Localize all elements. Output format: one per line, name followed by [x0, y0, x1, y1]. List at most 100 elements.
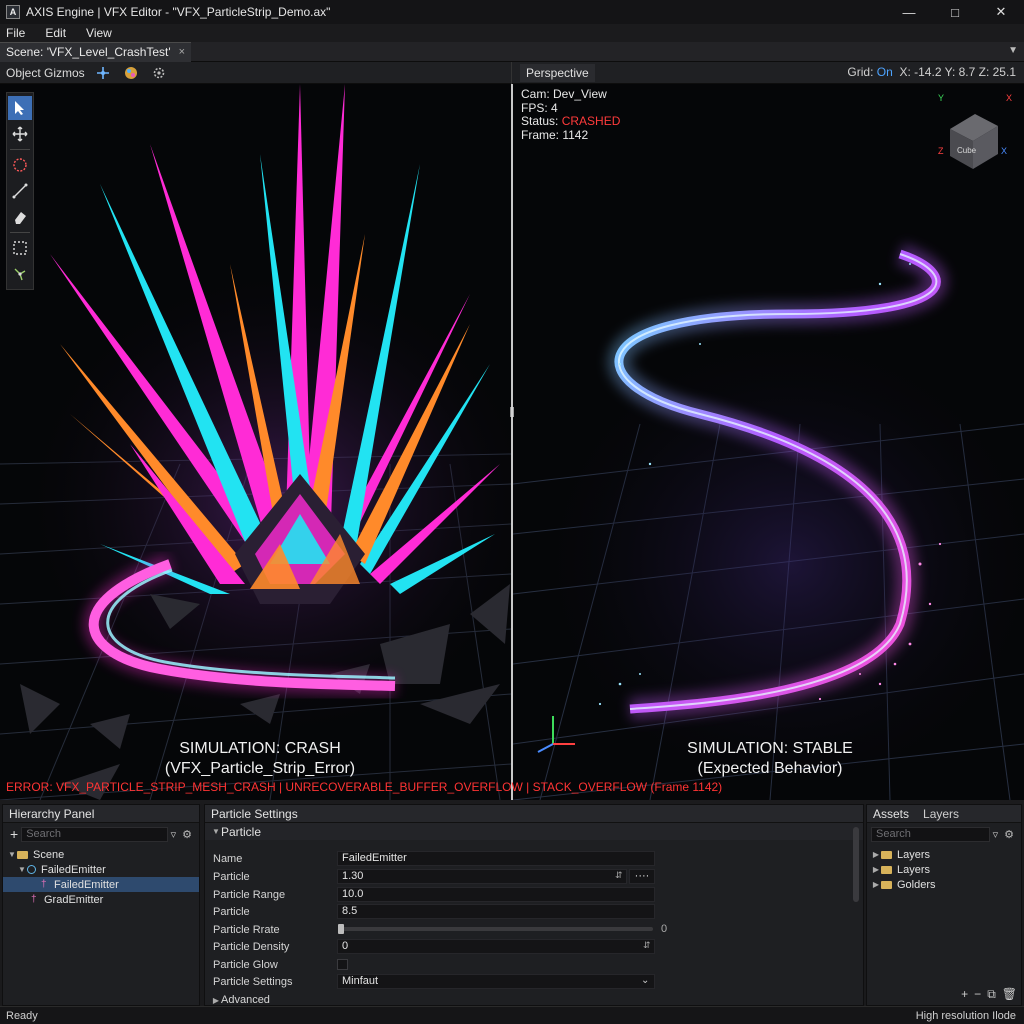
chevron-right-icon[interactable]: ▶: [871, 880, 881, 889]
app-logo-icon: A: [6, 5, 20, 19]
particle-range-field[interactable]: 10.0: [337, 887, 655, 902]
chevron-right-icon[interactable]: ▶: [211, 996, 221, 1005]
maximize-icon[interactable]: □: [932, 0, 978, 24]
asset-folder[interactable]: ▶ Layers: [867, 847, 1021, 862]
menu-view[interactable]: View: [86, 26, 112, 40]
tree-item-failed-emitter-child[interactable]: † FailedEmitter: [3, 877, 199, 892]
assets-search-input[interactable]: Search: [871, 826, 990, 842]
assets-search-row: Search ▿ ⚙: [867, 825, 1021, 843]
asset-label: Layers: [897, 848, 931, 861]
tree-item-scene[interactable]: ▼ Scene: [3, 847, 199, 862]
menu-file[interactable]: File: [6, 26, 25, 40]
minimize-icon[interactable]: —: [886, 0, 932, 24]
status-text: Ready: [6, 1009, 38, 1022]
tab-scene[interactable]: Scene: 'VFX_Level_CrashTest' ×: [0, 41, 192, 62]
prop-label-particle: Particle: [213, 870, 250, 883]
chevron-down-icon[interactable]: ▼: [17, 865, 27, 874]
particle-settings-panel: Particle Settings ▼ Particle Name Failed…: [204, 804, 864, 1006]
tool-separator: [10, 232, 30, 233]
eraser-tool-icon[interactable]: [8, 205, 32, 229]
scene-viewport[interactable]: Cube Y X Z X Cam: Dev_View FPS: 4 Status…: [0, 84, 1024, 800]
tab-overflow-icon[interactable]: ▼: [1008, 45, 1018, 56]
menu-edit[interactable]: Edit: [45, 26, 66, 40]
duplicate-icon[interactable]: ⧉: [987, 987, 996, 1002]
chevron-right-icon[interactable]: ▶: [871, 865, 881, 874]
asset-folder[interactable]: ▶ Golders: [867, 877, 1021, 892]
hierarchy-tab[interactable]: Hierarchy Panel: [7, 807, 100, 821]
remove-icon[interactable]: −: [974, 987, 981, 1002]
perspective-dropdown[interactable]: Perspective: [520, 63, 595, 82]
tab-layers[interactable]: Layers: [915, 807, 965, 821]
settings-gizmo-icon[interactable]: [149, 64, 169, 82]
move-gizmo-icon[interactable]: [93, 64, 113, 82]
tree-item-grad-emitter[interactable]: † GradEmitter: [3, 892, 199, 907]
select-tool-icon[interactable]: [8, 96, 32, 120]
asset-folder[interactable]: ▶ Layers: [867, 862, 1021, 877]
gear-icon[interactable]: ⚙: [1004, 828, 1014, 841]
particle-settings-tab[interactable]: Particle Settings: [209, 807, 304, 821]
tree-item-label: Scene: [33, 848, 65, 861]
scrollbar[interactable]: [853, 827, 859, 902]
particle-field-2[interactable]: 8.5: [337, 904, 655, 919]
particle-settings-header: Particle Settings: [205, 805, 863, 823]
filter-icon[interactable]: ▿: [993, 828, 999, 841]
circle-tool-icon[interactable]: [8, 153, 32, 177]
tab-close-icon[interactable]: ×: [179, 46, 185, 58]
gear-icon[interactable]: ⚙: [182, 828, 192, 841]
bottom-dock: Hierarchy Panel + Search ▿ ⚙ ▼ Scene ▼ F…: [0, 804, 1024, 1006]
spinner-icon[interactable]: ⇵: [615, 870, 623, 881]
menu-bar: File Edit View: [0, 24, 1024, 42]
hierarchy-search-row: + Search ▿ ⚙: [3, 825, 199, 843]
add-icon[interactable]: +: [10, 826, 18, 842]
tree-item-failed-emitter[interactable]: ▼ FailedEmitter: [3, 862, 199, 877]
particle-section-header[interactable]: ▼ Particle: [205, 823, 863, 840]
prop-label-particle-density: Particle Density: [213, 940, 290, 953]
marquee-tool-icon[interactable]: [8, 236, 32, 260]
particle-glow-checkbox[interactable]: [337, 959, 348, 970]
close-icon[interactable]: ✕: [978, 0, 1024, 24]
spinner-icon[interactable]: ⇵: [643, 940, 651, 951]
line-tool-icon[interactable]: [8, 179, 32, 203]
advanced-section[interactable]: ▶ Advanced: [211, 994, 270, 1006]
crash-title: SIMULATION: CRASH: [179, 740, 341, 757]
prop-label-particle-range: Particle Range: [213, 888, 286, 901]
object-gizmos-label[interactable]: Object Gizmos: [6, 66, 85, 80]
chevron-down-icon[interactable]: ⌄: [641, 975, 649, 986]
error-message: ERROR: VFX_PARTICLE_STRIP_MESH_CRASH | U…: [6, 780, 723, 794]
tree-item-label: GradEmitter: [44, 893, 104, 906]
crash-subtitle: (VFX_Particle_Strip_Error): [164, 760, 356, 777]
particle-value-field[interactable]: 1.30: [337, 869, 627, 884]
particle-rate-slider-thumb[interactable]: [338, 924, 344, 934]
document-tab-bar: Scene: 'VFX_Level_CrashTest' × ▼: [0, 41, 1024, 62]
frame-readout: Frame: 1142: [521, 127, 589, 142]
particle-density-field[interactable]: 0: [337, 939, 655, 954]
pin-icon: †: [31, 894, 37, 905]
filter-icon[interactable]: ▿: [171, 828, 177, 841]
add-icon[interactable]: +: [961, 987, 968, 1002]
window-controls: — □ ✕: [886, 0, 1024, 24]
window-title: AXIS Engine | VFX Editor - "VFX_Particle…: [26, 5, 331, 19]
color-wheel-icon[interactable]: [121, 64, 141, 82]
trash-icon[interactable]: 🗑: [1002, 987, 1017, 1002]
grid-toggle[interactable]: On: [877, 65, 893, 79]
particle-settings-dropdown[interactable]: Minfaut: [337, 974, 655, 989]
tree-item-label: FailedEmitter: [54, 878, 119, 891]
chevron-down-icon[interactable]: ▼: [211, 827, 221, 836]
folder-icon: [881, 880, 892, 889]
split-handle-icon[interactable]: ‖: [504, 404, 520, 428]
move-tool-icon[interactable]: [8, 122, 32, 146]
chevron-down-icon[interactable]: ▼: [7, 850, 17, 859]
name-field[interactable]: FailedEmitter: [337, 851, 655, 866]
resolution-mode[interactable]: High resolution Ilode: [916, 1010, 1016, 1022]
nav-cube-gizmo[interactable]: [950, 114, 998, 169]
folder-icon: [17, 850, 28, 859]
hierarchy-search-input[interactable]: Search: [21, 826, 168, 842]
more-button[interactable]: ····: [629, 869, 655, 884]
particle-rate-slider[interactable]: [339, 927, 653, 931]
transform-tool-icon[interactable]: [8, 262, 32, 286]
stable-subtitle: (Expected Behavior): [697, 760, 843, 777]
split-divider[interactable]: [511, 84, 513, 800]
tab-assets[interactable]: Assets: [871, 807, 915, 821]
grid-coords-readout: Grid: On X: -14.2 Y: 8.7 Z: 25.1: [847, 65, 1016, 79]
chevron-right-icon[interactable]: ▶: [871, 850, 881, 859]
